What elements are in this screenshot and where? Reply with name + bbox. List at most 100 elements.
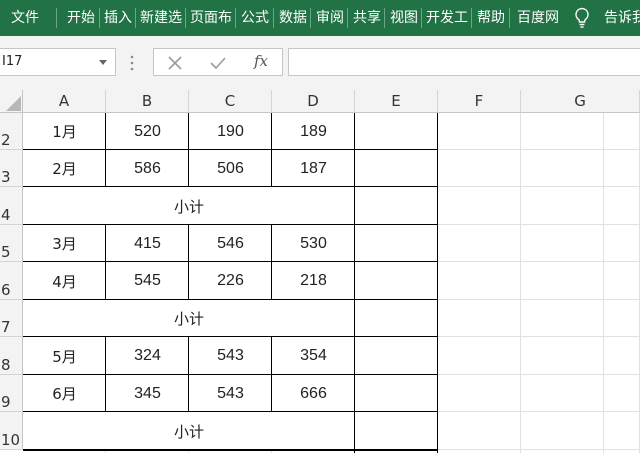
cancel-icon[interactable] [168,56,182,70]
cell-c8[interactable]: 543 [189,337,272,375]
merged-subtotal-cell[interactable]: 小计 [23,412,355,450]
gridline-vertical [520,113,521,453]
ribbon-tab-5[interactable]: 页面布 [187,0,235,36]
ribbon-separator [56,8,57,28]
table-border-vertical [188,150,189,187]
cell-d8[interactable]: 354 [272,337,355,375]
select-all-corner[interactable] [0,90,23,113]
cell-b3[interactable]: 586 [106,150,189,187]
row-number: 3 [1,168,11,186]
tell-me-search[interactable]: 告诉我 [604,0,640,36]
ribbon-separator [421,8,422,28]
ribbon-tab-6[interactable]: 公式 [237,0,273,36]
row-header-7[interactable]: 7 [0,300,23,337]
table-border-vertical [188,262,189,300]
table-border-horizontal [23,450,438,451]
ribbon-tab-8[interactable]: 审阅 [312,0,348,36]
cell-d5[interactable]: 530 [272,225,355,262]
column-header-e[interactable]: E [355,90,438,113]
ribbon-separator [99,8,100,28]
table-border-vertical [188,375,189,412]
cell-a8[interactable]: 5月 [23,337,106,375]
table-border-horizontal [23,224,438,225]
ribbon-tab-2[interactable]: 开始 [58,0,104,36]
cell-c5[interactable]: 546 [189,225,272,262]
merged-subtotal-cell[interactable]: 小计 [23,300,355,337]
cell-d6[interactable]: 218 [272,262,355,300]
row-header-2[interactable]: 2 [0,113,23,150]
formula-input[interactable] [288,48,640,76]
cell-b8[interactable]: 324 [106,337,189,375]
worksheet-grid[interactable]: 1月 520 190 189 2月 586 506 187 小计 3月 415 546 530 4月 545… [23,113,640,453]
function-icon[interactable]: fx [254,52,268,70]
row-header-3[interactable]: 3 [0,150,23,187]
cell-b5[interactable]: 415 [106,225,189,262]
cell-c2[interactable]: 190 [189,113,272,150]
column-header-a[interactable]: A [23,90,106,113]
ribbon-tab-9[interactable]: 共享 [349,0,385,36]
cell-d3[interactable]: 187 [272,150,355,187]
column-header-g[interactable]: G [521,90,640,113]
row-number: 9 [1,393,11,411]
cell-c3[interactable]: 506 [189,150,272,187]
ribbon-tab-7[interactable]: 数据 [275,0,311,36]
table-border-vertical [271,150,272,187]
chevron-down-icon[interactable] [99,60,107,65]
cell-a6[interactable]: 4月 [23,262,106,300]
column-header-b[interactable]: B [106,90,189,113]
cell-a3[interactable]: 2月 [23,150,106,187]
table-border-horizontal [23,299,438,300]
table-border-vertical [271,225,272,262]
ribbon-separator [509,8,510,28]
cell-b6[interactable]: 545 [106,262,189,300]
merged-subtotal-cell[interactable]: 小计 [23,187,355,225]
cell-b9[interactable]: 345 [106,375,189,412]
row-number: 8 [1,356,11,374]
ribbon-separator [347,8,348,28]
cell-d9[interactable]: 666 [272,375,355,412]
check-icon[interactable] [210,56,226,70]
table-border-vertical [105,225,106,262]
row-header-4[interactable]: 4 [0,187,23,225]
ribbon-separator [310,8,311,28]
row-header-8[interactable]: 8 [0,337,23,375]
ribbon-tab-11[interactable]: 开发工 [423,0,471,36]
row-header-6[interactable]: 6 [0,262,23,300]
table-border-vertical [188,113,189,150]
table-border-vertical [271,262,272,300]
table-border-vertical [105,337,106,375]
table-border-vertical [105,113,106,150]
cell-a9[interactable]: 6月 [23,375,106,412]
ribbon-separator [235,8,236,28]
cell-b2[interactable]: 520 [106,113,189,150]
ribbon-separator [135,8,136,28]
row-number: 2 [1,131,11,149]
ribbon-tab-4[interactable]: 新建选 [137,0,185,36]
row-header-5[interactable]: 5 [0,225,23,262]
table-border-vertical [188,225,189,262]
table-border-horizontal [23,374,438,375]
cell-a5[interactable]: 3月 [23,225,106,262]
table-border-vertical [188,337,189,375]
more-options-icon[interactable] [129,55,135,71]
ribbon-tab-13[interactable]: 百度网 [511,0,565,36]
column-header-f[interactable]: F [438,90,521,113]
cell-d2[interactable]: 189 [272,113,355,150]
column-header-d[interactable]: D [272,90,355,113]
formula-bar: I17 fx [0,36,640,90]
ribbon-tab-3[interactable]: 插入 [101,0,135,36]
table-border-vertical [271,375,272,412]
cell-c9[interactable]: 543 [189,375,272,412]
lightbulb-icon[interactable] [574,7,590,29]
row-header-9[interactable]: 9 [0,375,23,412]
ribbon-tab-1[interactable]: 文件 [0,0,50,36]
ribbon-tab-10[interactable]: 视图 [386,0,422,36]
cell-a2[interactable]: 1月 [23,113,106,150]
row-number: 10 [1,431,21,449]
ribbon-tab-12[interactable]: 帮助 [473,0,509,36]
table-border-vertical [105,262,106,300]
cell-c6[interactable]: 226 [189,262,272,300]
column-header-c[interactable]: C [189,90,272,113]
row-header-10[interactable]: 10 [0,412,23,450]
name-box[interactable]: I17 [0,48,116,76]
